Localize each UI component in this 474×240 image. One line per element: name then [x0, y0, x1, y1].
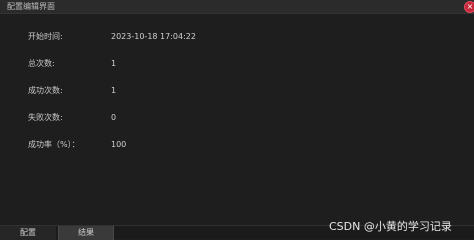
start-time-value: 2023-10-18 17:04:22 [111, 32, 196, 41]
failure-count-label: 失败次数: [28, 113, 63, 122]
tab-config[interactable]: 配置 [0, 226, 56, 240]
total-count-label: 总次数: [28, 59, 55, 68]
success-rate-value: 100 [111, 140, 127, 149]
close-icon: × [466, 2, 474, 11]
config-edit-window: 配置编辑界面 × 开始时间: 2023-10-18 17:04:22 总次数: … [0, 0, 474, 240]
field-start-time: 开始时间: 2023-10-18 17:04:22 [0, 30, 474, 44]
watermark-text: CSDN @小黄的学习记录 [329, 220, 452, 233]
title-bar: 配置编辑界面 × [0, 0, 474, 14]
start-time-label: 开始时间: [28, 32, 63, 41]
total-count-value: 1 [111, 59, 117, 68]
failure-count-value: 0 [111, 113, 117, 122]
window-title: 配置编辑界面 [7, 2, 55, 11]
field-success-rate: 成功率（%）： 100 [0, 138, 474, 152]
success-count-label: 成功次数: [28, 86, 63, 95]
success-rate-label: 成功率（%）： [28, 140, 80, 149]
tab-result[interactable]: 结果 [58, 226, 114, 240]
field-total-count: 总次数: 1 [0, 57, 474, 71]
field-success-count: 成功次数: 1 [0, 84, 474, 98]
close-button[interactable]: × [464, 1, 474, 13]
field-failure-count: 失败次数: 0 [0, 111, 474, 125]
success-count-value: 1 [111, 86, 117, 95]
